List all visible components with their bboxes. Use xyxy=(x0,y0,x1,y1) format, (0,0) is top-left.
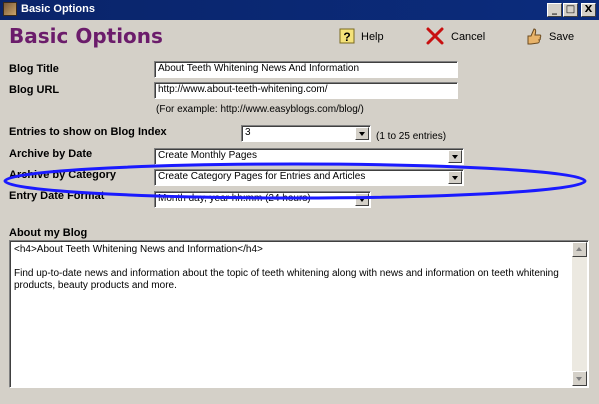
window-title: Basic Options xyxy=(21,3,95,15)
entries-hint: (1 to 25 entries) xyxy=(376,131,447,142)
entries-select[interactable]: 3 xyxy=(241,125,371,142)
save-label: Save xyxy=(549,31,575,43)
chevron-down-icon[interactable] xyxy=(355,193,369,206)
chevron-down-icon[interactable] xyxy=(355,127,369,140)
about-line-1: <h4>About Teeth Whitening News and Infor… xyxy=(14,244,263,255)
blog-title-input[interactable]: About Teeth Whitening News And Informati… xyxy=(154,61,458,78)
maximize-button[interactable]: □ xyxy=(563,3,578,17)
cancel-label: Cancel xyxy=(451,31,486,43)
chevron-down-icon[interactable] xyxy=(448,171,462,184)
archive-date-select[interactable]: Create Monthly Pages xyxy=(154,148,464,165)
save-icon xyxy=(527,28,542,45)
cancel-button[interactable]: Cancel xyxy=(425,26,485,50)
minimize-button[interactable]: _ xyxy=(547,3,562,17)
help-icon: ? xyxy=(339,28,355,44)
close-button[interactable]: X xyxy=(581,3,596,17)
entries-label: Entries to show on Blog Index xyxy=(9,126,167,138)
blog-url-label: Blog URL xyxy=(9,84,60,96)
about-content: <h4>About Teeth Whitening News and Infor… xyxy=(14,244,562,304)
scroll-down-icon[interactable] xyxy=(572,371,587,386)
about-textarea[interactable]: <h4>About Teeth Whitening News and Infor… xyxy=(9,240,589,388)
svg-text:?: ? xyxy=(343,30,350,44)
entry-date-format-label: Entry Date Format xyxy=(9,190,105,202)
title-bar: Basic Options _ □ X xyxy=(0,0,599,20)
blog-title-label: Blog Title xyxy=(9,63,59,75)
archive-category-value: Create Category Pages for Entries and Ar… xyxy=(158,171,366,182)
save-button[interactable]: Save xyxy=(524,26,574,50)
archive-category-label: Archive by Category xyxy=(9,169,116,181)
blog-url-hint: (For example: http://www.easyblogs.com/b… xyxy=(156,104,364,115)
cancel-icon xyxy=(426,27,444,45)
blog-url-input[interactable]: http://www.about-teeth-whitening.com/ xyxy=(154,82,458,99)
app-icon xyxy=(3,2,17,16)
entry-date-format-select[interactable]: Month day, year hh:mm (24 hours) xyxy=(154,191,371,208)
page-heading: Basic Options xyxy=(9,24,163,48)
entry-date-format-value: Month day, year hh:mm (24 hours) xyxy=(158,193,311,204)
scroll-up-icon[interactable] xyxy=(572,242,587,257)
header-bar: Basic Options ? Help Cancel Save xyxy=(0,20,599,54)
about-line-2: Find up-to-date news and information abo… xyxy=(14,268,559,291)
help-label: Help xyxy=(361,31,384,43)
archive-date-label: Archive by Date xyxy=(9,148,93,160)
about-label: About my Blog xyxy=(9,227,88,239)
vertical-scrollbar[interactable] xyxy=(572,242,587,386)
archive-category-select[interactable]: Create Category Pages for Entries and Ar… xyxy=(154,169,464,186)
help-button[interactable]: ? Help xyxy=(337,26,387,50)
entries-value: 3 xyxy=(245,127,251,138)
chevron-down-icon[interactable] xyxy=(448,150,462,163)
archive-date-value: Create Monthly Pages xyxy=(158,150,257,161)
